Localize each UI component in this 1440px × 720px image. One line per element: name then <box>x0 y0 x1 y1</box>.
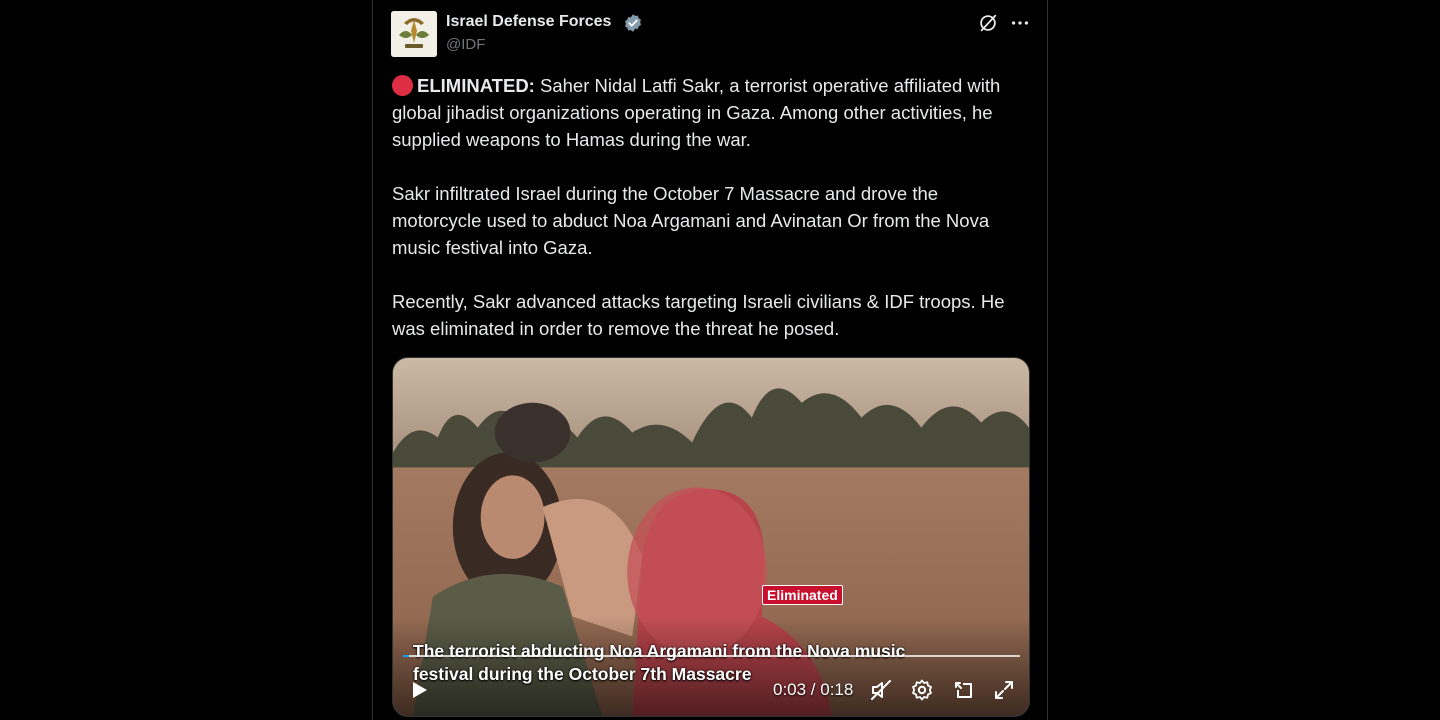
author-avatar[interactable] <box>391 11 437 57</box>
fullscreen-icon[interactable] <box>992 678 1016 702</box>
video-player[interactable]: Eliminated The terrorist abducting Noa A… <box>392 357 1030 717</box>
video-caption: The terrorist abducting Noa Argamani fro… <box>413 641 906 684</box>
dock-icon[interactable] <box>952 678 976 702</box>
more-options-icon[interactable] <box>1009 12 1031 34</box>
author-name[interactable]: Israel Defense Forces <box>446 13 611 31</box>
tweet-column: Israel Defense Forces @IDF ELIMINATED: S… <box>372 0 1048 720</box>
video-progress-bar[interactable] <box>403 655 1020 657</box>
verified-badge-icon[interactable] <box>623 13 643 33</box>
play-icon[interactable] <box>407 678 431 702</box>
eliminated-overlay-tag: Eliminated <box>762 585 843 605</box>
tweet-paragraph-2: Sakr infiltrated Israel during the Octob… <box>392 183 990 258</box>
author-handle[interactable]: @IDF <box>446 36 485 53</box>
tweet-text: ELIMINATED: Saher Nidal Latfi Sakr, a te… <box>392 72 1032 342</box>
video-progress-fill <box>403 655 410 657</box>
idf-emblem-icon <box>391 11 437 57</box>
eliminated-label: ELIMINATED: <box>417 75 535 96</box>
video-time: 0:03 / 0:18 <box>773 680 854 699</box>
grok-icon[interactable] <box>977 12 999 34</box>
mute-icon[interactable] <box>869 678 893 702</box>
settings-icon[interactable] <box>910 678 934 702</box>
tweet-paragraph-1: ELIMINATED: Saher Nidal Latfi Sakr, a te… <box>392 72 1032 153</box>
red-circle-icon <box>392 75 413 96</box>
tweet-paragraph-3: Recently, Sakr advanced attacks targetin… <box>392 291 1005 339</box>
